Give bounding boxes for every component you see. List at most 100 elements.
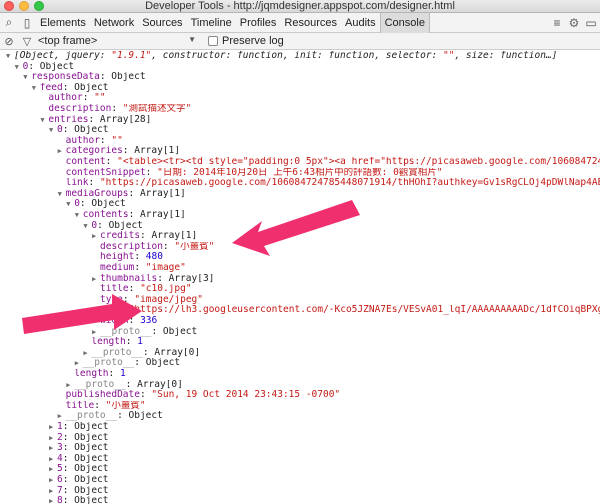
tab-sources[interactable]: Sources bbox=[138, 13, 186, 33]
property-value: : Array[0] bbox=[125, 379, 183, 390]
property-key: description bbox=[48, 104, 112, 114]
clear-console-icon[interactable]: ⊘ bbox=[0, 35, 18, 48]
disclosure-expanded-icon[interactable]: ▼ bbox=[32, 83, 40, 94]
disclosure-expanded-icon[interactable]: ▼ bbox=[66, 199, 74, 210]
console-tree-row: width: 336 bbox=[0, 316, 600, 327]
console-tree-row[interactable]: ▼ feed: Object bbox=[0, 83, 600, 94]
frame-selector-label: <top frame> bbox=[38, 35, 98, 47]
property-value: : bbox=[145, 167, 158, 178]
console-tree-row[interactable]: ▶ 6: Object bbox=[0, 475, 600, 486]
console-tree-row[interactable]: ▼ [Object, jquery: "1.9.1", constructor: … bbox=[0, 51, 600, 62]
filter-icon[interactable]: ▽ bbox=[18, 35, 36, 48]
property-value: : Object bbox=[97, 220, 143, 231]
console-tree-row: content: "<table><tr><td style="padding:… bbox=[0, 157, 600, 168]
property-key: author bbox=[65, 135, 100, 146]
property-value: "image" bbox=[145, 263, 186, 273]
console-tree-row[interactable]: ▶ __proto__: Array[0] bbox=[0, 380, 600, 391]
console-tree-row[interactable]: ▼ 0: Object bbox=[0, 62, 600, 73]
disclosure-collapsed-icon[interactable]: ▶ bbox=[49, 486, 57, 497]
property-value: : bbox=[128, 284, 141, 295]
console-tree-row[interactable]: ▶ 1: Object bbox=[0, 422, 600, 433]
disclosure-collapsed-icon[interactable]: ▶ bbox=[49, 433, 57, 444]
console-tree-row[interactable]: ▶ __proto__: Object bbox=[0, 411, 600, 422]
property-value: : Object bbox=[134, 358, 181, 369]
tab-timeline[interactable]: Timeline bbox=[187, 13, 236, 33]
window-titlebar: Developer Tools - http://jqmdesigner.app… bbox=[0, 0, 600, 13]
property-key: author bbox=[48, 93, 83, 104]
property-value: : bbox=[134, 252, 146, 263]
console-tree-row[interactable]: ▼ 0: Object bbox=[0, 221, 600, 232]
disclosure-collapsed-icon[interactable]: ▶ bbox=[49, 443, 57, 454]
console-tree-row[interactable]: ▶ credits: Array[1] bbox=[0, 231, 600, 242]
property-value: "https://lh3.googleusercontent.com/-Kco5… bbox=[128, 305, 600, 316]
disclosure-collapsed-icon[interactable]: ▶ bbox=[92, 231, 100, 242]
device-mode-icon[interactable]: ▯ bbox=[18, 14, 36, 32]
console-tree-row[interactable]: ▼ contents: Array[1] bbox=[0, 210, 600, 221]
property-value: "1.9.1" bbox=[111, 51, 152, 61]
property-value: "小薑賓" bbox=[174, 241, 215, 252]
tab-resources[interactable]: Resources bbox=[280, 13, 341, 33]
console-tree-row[interactable]: ▶ categories: Array[1] bbox=[0, 146, 600, 157]
tab-elements[interactable]: Elements bbox=[36, 13, 90, 33]
console-tree-row[interactable]: ▶ thumbnails: Array[3] bbox=[0, 274, 600, 285]
preserve-log-checkbox[interactable] bbox=[208, 36, 218, 46]
frame-selector[interactable]: <top frame> ▼ bbox=[36, 35, 196, 47]
window-title: Developer Tools - http://jqmdesigner.app… bbox=[145, 0, 455, 12]
drawer-toggle-icon[interactable]: ≡ bbox=[548, 14, 566, 32]
disclosure-expanded-icon[interactable]: ▼ bbox=[6, 51, 14, 62]
disclosure-collapsed-icon[interactable]: ▶ bbox=[49, 454, 57, 465]
property-value: : bbox=[111, 104, 123, 114]
console-tree-row[interactable]: ▶ 4: Object bbox=[0, 454, 600, 465]
tab-audits[interactable]: Audits bbox=[341, 13, 380, 33]
gear-icon[interactable]: ⚙ bbox=[566, 16, 582, 30]
console-tree-row[interactable]: ▶ __proto__: Object bbox=[0, 327, 600, 338]
property-key: categories bbox=[65, 146, 123, 157]
console-tree-row[interactable]: ▶ 7: Object bbox=[0, 486, 600, 497]
property-key: url bbox=[100, 305, 118, 316]
property-value: : Object bbox=[62, 82, 109, 93]
disclosure-expanded-icon[interactable]: ▼ bbox=[23, 72, 31, 83]
console-tree-row[interactable]: ▶ 3: Object bbox=[0, 443, 600, 454]
dock-icon[interactable]: ▭ bbox=[582, 14, 600, 32]
property-value: "<table><tr><td style="padding:0 5px"><a… bbox=[117, 157, 600, 167]
console-tree-row[interactable]: ▶ 2: Object bbox=[0, 433, 600, 444]
console-tree-row[interactable]: ▶ 8: Object bbox=[0, 496, 600, 504]
disclosure-collapsed-icon[interactable]: ▶ bbox=[75, 358, 83, 369]
console-tree-row[interactable]: ▼ responseData: Object bbox=[0, 72, 600, 83]
disclosure-expanded-icon[interactable]: ▼ bbox=[49, 125, 57, 136]
disclosure-collapsed-icon[interactable]: ▶ bbox=[92, 327, 100, 338]
console-tree-row[interactable]: ▼ mediaGroups: Array[1] bbox=[0, 189, 600, 200]
console-tree-row: length: 1 bbox=[0, 337, 600, 348]
disclosure-expanded-icon[interactable]: ▼ bbox=[15, 62, 23, 73]
inspect-element-icon[interactable]: ⌕ bbox=[0, 14, 18, 32]
disclosure-collapsed-icon[interactable]: ▶ bbox=[49, 475, 57, 486]
disclosure-collapsed-icon[interactable]: ▶ bbox=[49, 496, 57, 504]
tab-console[interactable]: Console bbox=[379, 12, 430, 33]
property-value: "" bbox=[442, 51, 455, 61]
tab-profiles[interactable]: Profiles bbox=[236, 13, 281, 33]
property-value: : Array[0] bbox=[142, 347, 201, 358]
console-tree-row[interactable]: ▶ __proto__: Object bbox=[0, 358, 600, 369]
console-tree-row[interactable]: ▼ entries: Array[28] bbox=[0, 115, 600, 126]
property-value: : Array[28] bbox=[88, 114, 152, 125]
disclosure-collapsed-icon[interactable]: ▶ bbox=[49, 422, 57, 433]
disclosure-expanded-icon[interactable]: ▼ bbox=[75, 210, 83, 221]
disclosure-collapsed-icon[interactable]: ▶ bbox=[58, 411, 66, 422]
property-key: content bbox=[65, 157, 106, 167]
property-value: : Array[1] bbox=[128, 210, 186, 220]
disclosure-collapsed-icon[interactable]: ▶ bbox=[58, 146, 66, 157]
disclosure-collapsed-icon[interactable]: ▶ bbox=[49, 464, 57, 475]
disclosure-expanded-icon[interactable]: ▼ bbox=[58, 189, 66, 200]
property-value: , size: function…] bbox=[454, 51, 558, 61]
property-key: type bbox=[100, 294, 123, 305]
console-tree-row[interactable]: ▼ 0: Object bbox=[0, 199, 600, 210]
console-tree-row[interactable]: ▶ 5: Object bbox=[0, 464, 600, 475]
console-tree-row[interactable]: ▼ 0: Object bbox=[0, 125, 600, 136]
console-tree-row[interactable]: ▶ __proto__: Array[0] bbox=[0, 348, 600, 359]
disclosure-collapsed-icon[interactable]: ▶ bbox=[92, 274, 100, 285]
console-tree-row: contentSnippet: "日期: 2014年10月20日 上午6:43相… bbox=[0, 168, 600, 179]
property-value: : Object bbox=[62, 125, 109, 136]
property-key: height bbox=[100, 252, 135, 263]
disclosure-collapsed-icon[interactable]: ▶ bbox=[66, 380, 74, 391]
tab-network[interactable]: Network bbox=[90, 13, 138, 33]
